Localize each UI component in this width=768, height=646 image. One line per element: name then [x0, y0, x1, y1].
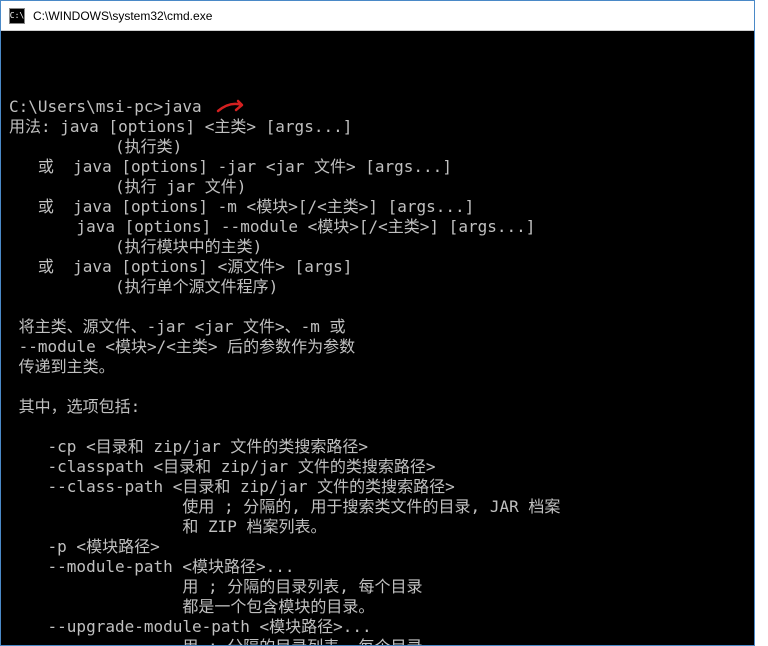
terminal-line: -p <模块路径> [9, 537, 746, 557]
terminal-output[interactable]: C:\Users\msi-pc>java用法: java [options] <… [1, 31, 754, 645]
terminal-line: 用 ; 分隔的目录列表, 每个目录 [9, 577, 746, 597]
terminal-line: 或 java [options] <源文件> [args] [9, 257, 746, 277]
terminal-line: (执行类) [9, 137, 746, 157]
terminal-line: 使用 ; 分隔的, 用于搜索类文件的目录, JAR 档案 [9, 497, 746, 517]
terminal-line: 将主类、源文件、-jar <jar 文件>、-m 或 [9, 317, 746, 337]
titlebar[interactable]: C:\ C:\WINDOWS\system32\cmd.exe [1, 1, 754, 31]
terminal-line: (执行模块中的主类) [9, 237, 746, 257]
terminal-line: (执行 jar 文件) [9, 177, 746, 197]
cmd-icon: C:\ [9, 8, 25, 24]
terminal-line: --module-path <模块路径>... [9, 557, 746, 577]
terminal-line: 其中，选项包括: [9, 397, 746, 417]
terminal-line: 或 java [options] -jar <jar 文件> [args...] [9, 157, 746, 177]
terminal-line: C:\Users\msi-pc>java [9, 97, 746, 117]
terminal-line: --class-path <目录和 zip/jar 文件的类搜索路径> [9, 477, 746, 497]
terminal-line: 用法: java [options] <主类> [args...] [9, 117, 746, 137]
window-title: C:\WINDOWS\system32\cmd.exe [33, 9, 212, 23]
terminal-line [9, 77, 746, 97]
terminal-line: 用 ; 分隔的目录列表, 每个目录 [9, 637, 746, 645]
terminal-line: --upgrade-module-path <模块路径>... [9, 617, 746, 637]
terminal-line: java [options] --module <模块>[/<主类>] [arg… [9, 217, 746, 237]
terminal-line: -cp <目录和 zip/jar 文件的类搜索路径> [9, 437, 746, 457]
cmd-window: C:\ C:\WINDOWS\system32\cmd.exe C:\Users… [0, 0, 755, 646]
terminal-line [9, 417, 746, 437]
terminal-line: 都是一个包含模块的目录。 [9, 597, 746, 617]
terminal-line: 传递到主类。 [9, 357, 746, 377]
terminal-line [9, 297, 746, 317]
terminal-line: (执行单个源文件程序) [9, 277, 746, 297]
terminal-line: 或 java [options] -m <模块>[/<主类>] [args...… [9, 197, 746, 217]
terminal-line: -classpath <目录和 zip/jar 文件的类搜索路径> [9, 457, 746, 477]
terminal-line [9, 377, 746, 397]
terminal-line: --module <模块>/<主类> 后的参数作为参数 [9, 337, 746, 357]
terminal-line: 和 ZIP 档案列表。 [9, 517, 746, 537]
